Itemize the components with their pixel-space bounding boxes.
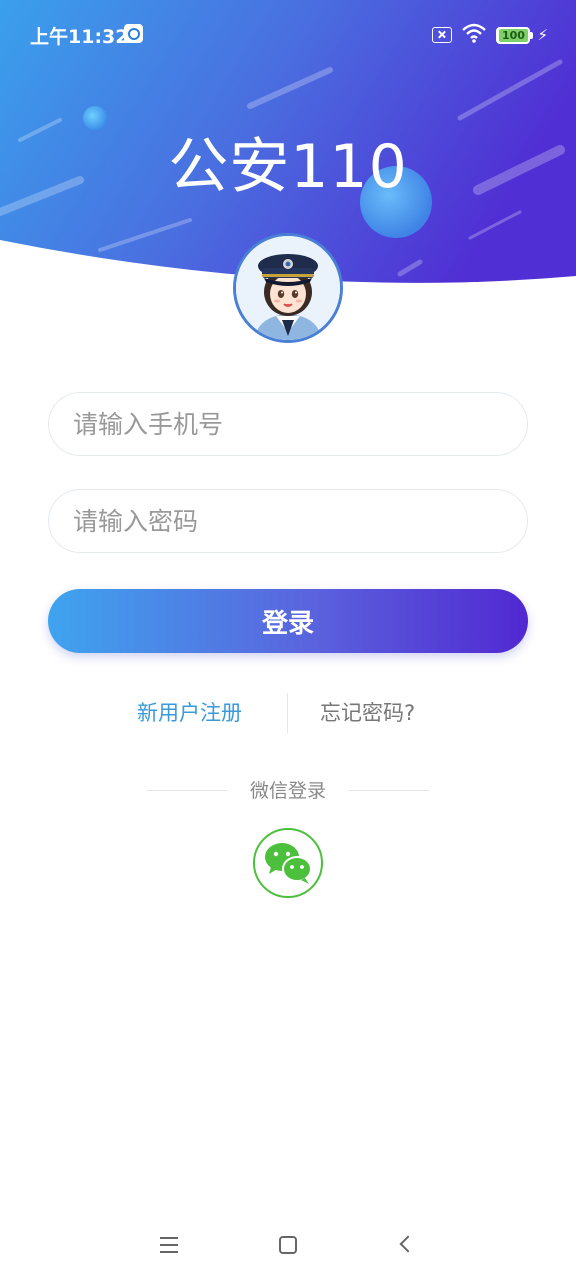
wechat-icon [265,843,312,884]
status-bar: 上午11:32 100 ⚡ [0,0,576,56]
phone-input[interactable] [49,393,527,455]
divider-line-right [349,790,429,791]
status-indicators: 100 ⚡ [432,23,548,47]
wifi-icon [462,23,487,47]
login-button[interactable]: 登录 [48,589,528,653]
wechat-login-divider: 微信登录 [0,776,576,806]
wechat-login-button[interactable] [253,828,323,898]
status-time: 上午11:32 [30,26,129,48]
sim-off-icon [432,27,453,43]
password-input[interactable] [49,490,527,552]
link-divider [287,693,288,733]
back-icon[interactable] [399,1235,417,1253]
home-icon[interactable] [279,1236,297,1254]
password-field[interactable] [48,489,528,553]
system-nav-bar [0,1210,576,1280]
account-links: 新用户注册 忘记密码? [0,693,576,733]
forgot-password-link[interactable]: 忘记密码? [320,697,415,727]
register-link[interactable]: 新用户注册 [137,697,242,727]
police-avatar [233,233,343,343]
battery-level: 100 [498,28,528,42]
phone-field[interactable] [48,392,528,456]
wechat-login-label: 微信登录 [249,780,326,802]
notification-app-icon [124,24,143,43]
battery-icon: 100 ⚡ [496,26,548,44]
menu-icon[interactable] [160,1237,178,1253]
app-title: 公安110 [168,132,408,202]
charging-icon: ⚡ [537,26,548,44]
